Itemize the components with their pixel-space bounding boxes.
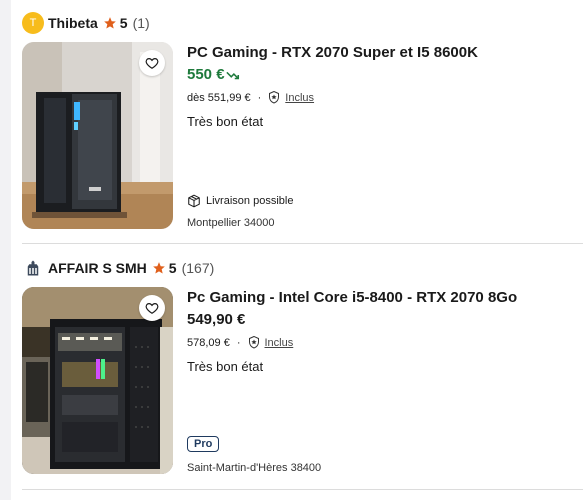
listing-price: 550 € xyxy=(187,66,240,83)
favorite-button[interactable] xyxy=(139,295,165,321)
divider xyxy=(22,489,583,490)
separator-dot: · xyxy=(236,336,241,349)
price-value: 549,90 € xyxy=(187,311,246,328)
seller-rating: 5 xyxy=(168,260,177,276)
listing-info: PC Gaming - RTX 2070 Super et I5 8600K 5… xyxy=(187,42,577,229)
delivery-label: Livraison possible xyxy=(206,195,294,207)
separator-dot: · xyxy=(257,91,262,104)
listing-location: Montpellier 34000 xyxy=(187,217,275,229)
price-value: 550 € xyxy=(187,66,225,83)
heart-icon xyxy=(145,303,159,314)
listing-info: Pc Gaming - Intel Core i5-8400 - RTX 207… xyxy=(187,287,577,474)
protection-link[interactable]: Inclus xyxy=(285,92,314,104)
listing-title[interactable]: PC Gaming - RTX 2070 Super et I5 8600K xyxy=(187,44,478,61)
item-condition: Très bon état xyxy=(187,114,264,129)
pro-badge: Pro xyxy=(187,436,220,452)
listing-location: Saint-Martin-d'Hères 38400 xyxy=(187,462,322,474)
item-condition: Très bon état xyxy=(187,359,264,374)
package-icon xyxy=(187,194,201,208)
shield-icon xyxy=(248,336,260,349)
left-gutter xyxy=(0,0,11,500)
price-with-protection: 578,09 € · Inclus xyxy=(187,336,293,349)
shop-icon xyxy=(22,257,44,279)
favorite-button[interactable] xyxy=(139,50,165,76)
price-trend-down-icon xyxy=(225,71,239,79)
seller-info[interactable]: AFFAIR S SMH 5 (167) xyxy=(22,257,214,279)
listing-price: 549,90 € xyxy=(187,311,245,328)
seller-info[interactable]: T Thibeta 5 (1) xyxy=(22,12,150,34)
heart-icon xyxy=(145,58,159,69)
listing-card[interactable]: AFFAIR S SMH 5 (167) Pc Gaming - Intel C… xyxy=(22,245,583,490)
star-icon xyxy=(152,261,166,275)
avatar: T xyxy=(22,12,44,34)
review-count: (167) xyxy=(181,260,215,276)
total-price: dès 551,99 € xyxy=(187,91,251,104)
listing-photo[interactable] xyxy=(22,42,173,229)
listing-card[interactable]: T Thibeta 5 (1) PC Gaming - RTX 2070 Sup… xyxy=(22,0,583,244)
divider xyxy=(22,243,583,244)
listing-photo[interactable] xyxy=(22,287,173,474)
price-with-protection: dès 551,99 € · Inclus xyxy=(187,91,314,104)
shield-icon xyxy=(268,91,280,104)
star-icon xyxy=(103,16,117,30)
delivery-info: Livraison possible xyxy=(187,194,293,208)
review-count: (1) xyxy=(132,15,150,31)
seller-rating: 5 xyxy=(119,15,128,31)
protection-link[interactable]: Inclus xyxy=(265,337,294,349)
seller-name[interactable]: Thibeta xyxy=(48,15,98,31)
total-price: 578,09 € xyxy=(187,336,230,349)
listing-title[interactable]: Pc Gaming - Intel Core i5-8400 - RTX 207… xyxy=(187,289,517,306)
seller-name[interactable]: AFFAIR S SMH xyxy=(48,260,147,276)
